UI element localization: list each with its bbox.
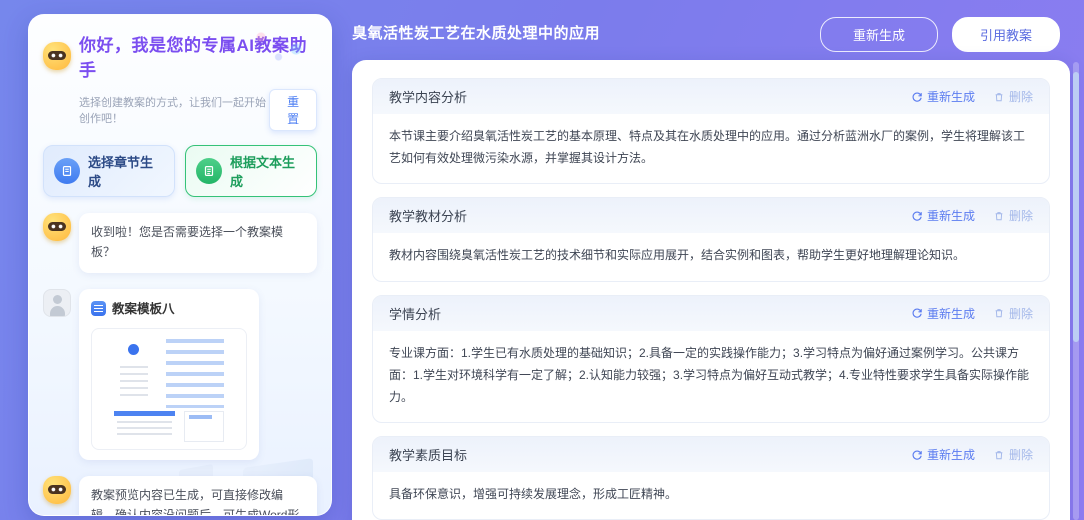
- section-delete-button[interactable]: 删除: [993, 446, 1033, 463]
- preview-ready-text: 教案预览内容已生成，可直接修改编辑。确认内容没问题后，可生成Word形式的教案文…: [91, 488, 299, 516]
- lesson-plan-panel: 教学内容分析 重新生成 删除 本节课主要介绍臭氧活性炭工艺的基本原理、特点及其在…: [352, 60, 1070, 520]
- user-message-row: 教案模板八: [43, 289, 317, 461]
- section-quality-objectives: 教学素质目标 重新生成 删除 具备环保意识，增强可持续发展理念，形成工匠精神。: [372, 436, 1050, 520]
- template-preview-thumbnail: [91, 328, 247, 450]
- bot-avatar-icon: [43, 213, 71, 241]
- assistant-panel: 你好，我是您的专属AI教案助手 选择创建教案的方式，让我们一起开始创作吧！ 重置…: [28, 14, 332, 516]
- template-doc-icon: [91, 301, 106, 316]
- regenerate-all-button[interactable]: 重新生成: [820, 17, 938, 52]
- delete-label: 删除: [1009, 446, 1033, 463]
- scrollbar-thumb[interactable]: [1073, 72, 1079, 342]
- trash-icon: [993, 91, 1005, 103]
- preview-page: [114, 411, 176, 442]
- section-title: 教学教材分析: [389, 206, 467, 225]
- refresh-icon: [911, 210, 923, 222]
- section-regenerate-button[interactable]: 重新生成: [911, 88, 975, 105]
- trash-icon: [993, 210, 1005, 222]
- assistant-header: 你好，我是您的专属AI教案助手: [43, 31, 317, 81]
- section-title: 学情分析: [389, 304, 441, 323]
- preview-page: [184, 411, 224, 442]
- refresh-icon: [911, 449, 923, 461]
- page-title: 臭氧活性炭工艺在水质处理中的应用: [352, 22, 600, 43]
- section-title: 教学内容分析: [389, 87, 467, 106]
- header-actions: 重新生成 引用教案: [820, 17, 1060, 52]
- bot-avatar-icon: [43, 42, 71, 70]
- section-body[interactable]: 教材内容围绕臭氧活性炭工艺的技术细节和实际应用展开，结合实例和图表，帮助学生更好…: [373, 233, 1049, 280]
- section-body[interactable]: 具备环保意识，增强可持续发展理念，形成工匠精神。: [373, 472, 1049, 519]
- mode-card-chapter[interactable]: 选择章节生成: [43, 145, 175, 197]
- bot-avatar-icon: [43, 476, 71, 504]
- section-delete-button[interactable]: 删除: [993, 305, 1033, 322]
- assistant-subtitle: 选择创建教案的方式，让我们一起开始创作吧！: [79, 94, 269, 126]
- section-title: 教学素质目标: [389, 445, 467, 464]
- user-avatar-icon: [43, 289, 71, 317]
- trash-icon: [993, 307, 1005, 319]
- chapter-doc-icon: [54, 158, 80, 184]
- delete-label: 删除: [1009, 305, 1033, 322]
- regenerate-label: 重新生成: [927, 207, 975, 224]
- section-regenerate-button[interactable]: 重新生成: [911, 207, 975, 224]
- mode-card-text-label: 根据文本生成: [230, 152, 306, 190]
- bot-message-row: 教案预览内容已生成，可直接修改编辑。确认内容没问题后，可生成Word形式的教案文…: [43, 476, 317, 516]
- regenerate-label: 重新生成: [927, 305, 975, 322]
- section-body[interactable]: 专业课方面：1.学生已有水质处理的基础知识；2.具备一定的实践操作能力；3.学习…: [373, 331, 1049, 423]
- bot-message-bubble: 教案预览内容已生成，可直接修改编辑。确认内容没问题后，可生成Word形式的教案文…: [79, 476, 317, 516]
- section-delete-button[interactable]: 删除: [993, 88, 1033, 105]
- refresh-icon: [911, 91, 923, 103]
- mode-card-chapter-label: 选择章节生成: [88, 152, 164, 190]
- cite-lesson-plan-button[interactable]: 引用教案: [952, 17, 1060, 52]
- mode-card-text[interactable]: 根据文本生成: [185, 145, 317, 197]
- delete-label: 删除: [1009, 207, 1033, 224]
- regenerate-label: 重新生成: [927, 88, 975, 105]
- section-regenerate-button[interactable]: 重新生成: [911, 305, 975, 322]
- section-regenerate-button[interactable]: 重新生成: [911, 446, 975, 463]
- template-name: 教案模板八: [112, 299, 175, 320]
- bot-message-bubble: 收到啦！您是否需要选择一个教案模板？: [79, 213, 317, 273]
- app: { "colors": { "accent_purple": "#7b4ef0"…: [0, 0, 1084, 520]
- generation-mode-cards: 选择章节生成 根据文本生成: [43, 145, 317, 197]
- preview-page: [166, 339, 225, 409]
- assistant-title: 你好，我是您的专属AI教案助手: [79, 31, 317, 81]
- delete-label: 删除: [1009, 88, 1033, 105]
- section-learner-analysis: 学情分析 重新生成 删除 专业课方面：1.学生已有水质处理的基础知识；2.具备一…: [372, 295, 1050, 424]
- regenerate-label: 重新生成: [927, 446, 975, 463]
- bot-message-row: 收到啦！您是否需要选择一个教案模板？: [43, 213, 317, 273]
- preview-page: [114, 340, 154, 402]
- refresh-icon: [911, 307, 923, 319]
- section-teaching-material-analysis: 教学教材分析 重新生成 删除 教材内容围绕臭氧活性炭工艺的技术细节和实际应用展开…: [372, 197, 1050, 281]
- section-delete-button[interactable]: 删除: [993, 207, 1033, 224]
- section-teaching-content-analysis: 教学内容分析 重新生成 删除 本节课主要介绍臭氧活性炭工艺的基本原理、特点及其在…: [372, 78, 1050, 184]
- text-doc-icon: [196, 158, 222, 184]
- reset-button[interactable]: 重置: [269, 89, 317, 131]
- template-card[interactable]: 教案模板八: [79, 289, 259, 461]
- trash-icon: [993, 449, 1005, 461]
- section-body[interactable]: 本节课主要介绍臭氧活性炭工艺的基本原理、特点及其在水质处理中的应用。通过分析蓝洲…: [373, 114, 1049, 183]
